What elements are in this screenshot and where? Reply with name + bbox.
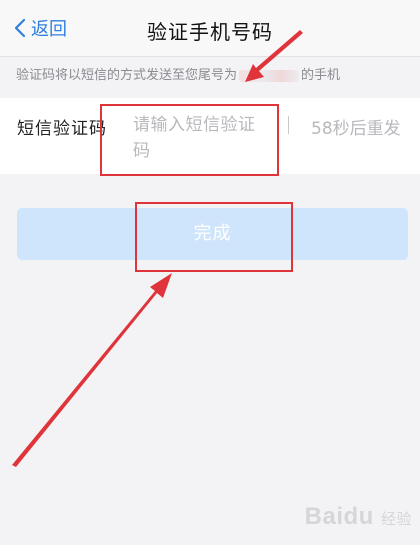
- baidu-watermark-logo: Baidu 经验: [305, 503, 412, 531]
- watermark-brand: Baidu: [304, 503, 374, 530]
- hint-suffix: 的手机: [301, 68, 341, 83]
- hint-prefix: 验证码将以短信的方式发送至您尾号为: [16, 68, 238, 83]
- done-button[interactable]: 完成: [17, 208, 408, 260]
- annotation-arrow-bottom: [12, 273, 172, 467]
- verification-code-row: 短信验证码 请输入短信验证码 58秒后重发: [0, 98, 420, 174]
- verification-code-label: 短信验证码: [17, 119, 107, 139]
- verification-code-input[interactable]: 请输入短信验证码: [133, 112, 271, 164]
- masked-phone-digits: [239, 69, 300, 82]
- navigation-bar: 返回 验证手机号码: [0, 0, 420, 57]
- field-divider: [288, 116, 289, 134]
- resend-countdown-button[interactable]: 58秒后重发: [311, 114, 401, 139]
- sms-hint-text: 验证码将以短信的方式发送至您尾号为 的手机: [16, 64, 406, 83]
- page-title: 验证手机号码: [147, 20, 273, 44]
- watermark-sub: 经验: [380, 511, 412, 528]
